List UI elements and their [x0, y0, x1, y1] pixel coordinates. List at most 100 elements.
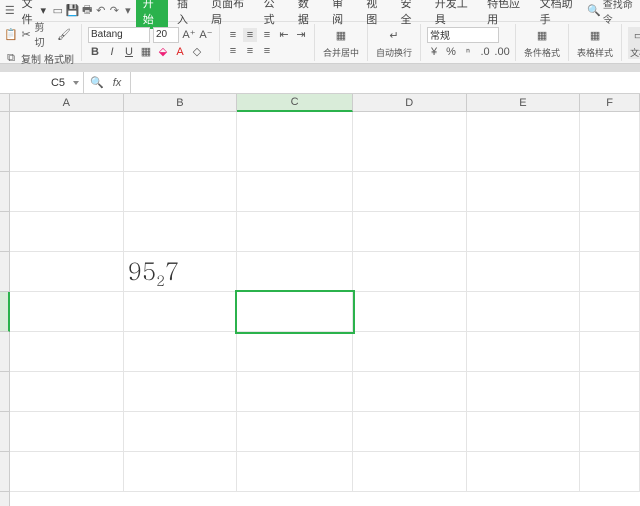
percent-icon[interactable]: %	[444, 45, 458, 59]
cell[interactable]	[580, 112, 640, 172]
cell[interactable]	[10, 252, 124, 292]
redo-icon[interactable]: ↷	[109, 4, 121, 18]
cell[interactable]	[237, 212, 353, 252]
number-format-select[interactable]: 常规	[427, 27, 499, 43]
cell[interactable]	[580, 332, 640, 372]
font-name-select[interactable]: Batang	[88, 27, 150, 43]
align-top-icon[interactable]: ≡	[226, 28, 240, 42]
formula-input[interactable]	[131, 72, 640, 93]
format-painter-label[interactable]: 格式刷	[44, 51, 74, 66]
cell[interactable]	[10, 412, 124, 452]
wrap-text-button[interactable]: ↵ 自动换行	[374, 27, 414, 59]
cell[interactable]	[237, 292, 353, 332]
decrease-font-icon[interactable]: A⁻	[199, 28, 213, 42]
align-bottom-icon[interactable]: ≡	[260, 28, 274, 42]
thousands-icon[interactable]: ⁿ	[461, 45, 475, 59]
align-left-icon[interactable]: ≡	[226, 44, 240, 58]
cell[interactable]	[353, 212, 467, 252]
cell[interactable]	[124, 412, 238, 452]
cell[interactable]	[467, 412, 581, 452]
menu-icon[interactable]: ☰	[4, 4, 16, 18]
zoom-icon[interactable]: 🔍	[90, 76, 104, 90]
cell[interactable]	[124, 292, 238, 332]
name-box[interactable]: C5	[0, 72, 84, 93]
print-icon[interactable]: 🖶	[81, 4, 93, 18]
cell[interactable]	[10, 452, 124, 492]
table-fmt-button[interactable]: ▦ 表格样式	[575, 27, 615, 59]
cell[interactable]	[10, 172, 124, 212]
cell[interactable]	[580, 172, 640, 212]
cell[interactable]	[353, 172, 467, 212]
row-header[interactable]	[0, 412, 10, 452]
search-placeholder[interactable]: 查找命令	[603, 0, 636, 26]
font-color-button[interactable]: A	[173, 45, 187, 59]
column-header[interactable]: E	[467, 94, 581, 112]
cond-fmt-button[interactable]: ▦ 条件格式	[522, 27, 562, 59]
align-right-icon[interactable]: ≡	[260, 44, 274, 58]
row-header[interactable]	[0, 112, 10, 172]
cell[interactable]	[353, 332, 467, 372]
column-header[interactable]: B	[124, 94, 238, 112]
fx-icon[interactable]: fx	[110, 76, 124, 90]
cell[interactable]	[580, 412, 640, 452]
new-doc-icon[interactable]: ▭	[52, 4, 64, 18]
cell[interactable]	[353, 372, 467, 412]
cell[interactable]: 9527	[124, 252, 238, 292]
save-icon[interactable]: 💾	[66, 4, 80, 18]
cell[interactable]	[10, 212, 124, 252]
cell[interactable]	[237, 332, 353, 372]
cell[interactable]	[237, 172, 353, 212]
copy-button[interactable]: 复制	[21, 51, 41, 66]
cell[interactable]	[124, 212, 238, 252]
cell[interactable]	[353, 252, 467, 292]
row-header[interactable]	[0, 292, 10, 332]
clear-format-button[interactable]: ◇	[190, 45, 204, 59]
merge-center-button[interactable]: ▦ 合并居中	[321, 27, 361, 59]
docs-button[interactable]: ▭ 文档	[628, 27, 640, 59]
cell[interactable]	[10, 332, 124, 372]
cell[interactable]	[467, 292, 581, 332]
cell[interactable]	[467, 372, 581, 412]
search-icon[interactable]: 🔍	[587, 4, 601, 18]
cell[interactable]	[580, 372, 640, 412]
row-header[interactable]	[0, 332, 10, 372]
cell[interactable]	[580, 292, 640, 332]
cell[interactable]	[353, 112, 467, 172]
cell[interactable]	[467, 172, 581, 212]
cell[interactable]	[467, 212, 581, 252]
align-center-icon[interactable]: ≡	[243, 44, 257, 58]
cell[interactable]	[124, 372, 238, 412]
cell[interactable]	[124, 172, 238, 212]
cell[interactable]	[124, 452, 238, 492]
scissors-icon[interactable]: ✂	[21, 27, 32, 41]
underline-button[interactable]: U	[122, 45, 136, 59]
copy-icon[interactable]: ⧉	[4, 52, 18, 66]
cell[interactable]	[580, 452, 640, 492]
cell[interactable]	[237, 452, 353, 492]
fill-color-button[interactable]: ⬙	[156, 45, 170, 59]
currency-icon[interactable]: ¥	[427, 45, 441, 59]
row-header[interactable]	[0, 452, 10, 492]
dec-increase-icon[interactable]: .0	[478, 45, 492, 59]
cell[interactable]	[237, 112, 353, 172]
row-header[interactable]	[0, 212, 10, 252]
cut-button[interactable]: 剪切	[35, 19, 50, 49]
cell[interactable]	[124, 112, 238, 172]
cell[interactable]	[124, 332, 238, 372]
cell[interactable]	[237, 372, 353, 412]
chevron-down-icon[interactable]: ▾	[122, 4, 134, 18]
cell[interactable]	[353, 292, 467, 332]
cells-area[interactable]: 9527	[10, 112, 640, 506]
cell[interactable]	[353, 452, 467, 492]
cell[interactable]	[10, 372, 124, 412]
italic-button[interactable]: I	[105, 45, 119, 59]
column-header[interactable]: A	[10, 94, 124, 112]
cell[interactable]	[10, 112, 124, 172]
row-header[interactable]	[0, 172, 10, 212]
column-header[interactable]: C	[237, 94, 353, 112]
cell[interactable]	[580, 252, 640, 292]
cell[interactable]	[467, 252, 581, 292]
select-all-corner[interactable]	[0, 94, 10, 112]
cell[interactable]	[467, 452, 581, 492]
undo-icon[interactable]: ↶	[95, 4, 107, 18]
